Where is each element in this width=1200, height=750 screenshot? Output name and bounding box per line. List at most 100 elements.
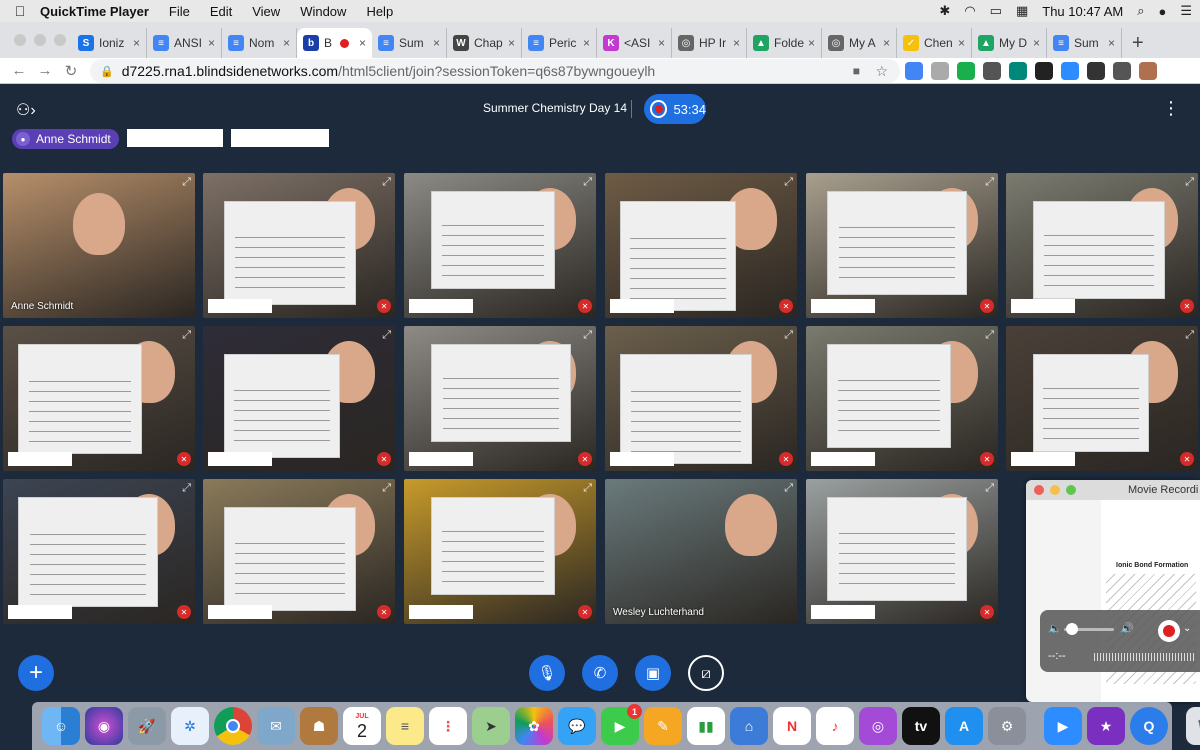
video-tile[interactable]: ⤢ ✕ [203, 326, 395, 471]
back-arrow-icon[interactable]: ← [6, 62, 32, 79]
video-tile[interactable]: ⤢ ✕ [806, 326, 998, 471]
forward-arrow-icon[interactable]: → [32, 62, 58, 79]
video-tile[interactable]: ⤢ ✕ [203, 173, 395, 318]
expand-video-icon[interactable]: ⤢ [1185, 176, 1194, 189]
facetime-icon[interactable]: ▶ 1 [601, 704, 642, 745]
extension-icon[interactable] [905, 62, 923, 80]
address-bar[interactable]: 🔒 d7225.rna1.blindsidenetworks.com/html5… [90, 59, 900, 83]
mail-icon[interactable]: ✉ [257, 707, 295, 745]
extension-icon[interactable] [1113, 62, 1131, 80]
expand-video-icon[interactable]: ⤢ [784, 176, 793, 189]
record-button[interactable] [1158, 620, 1180, 642]
video-tile[interactable]: ⤢ ✕ [806, 173, 998, 318]
expand-video-icon[interactable]: ⤢ [382, 176, 391, 189]
browser-tab[interactable]: ◎ My A × [822, 28, 897, 58]
browser-tab[interactable]: ≡ Nom × [222, 28, 297, 58]
expand-video-icon[interactable]: ⤢ [182, 482, 191, 495]
tab-close-icon[interactable]: × [958, 36, 965, 50]
extension-icon[interactable] [1087, 62, 1105, 80]
expand-video-icon[interactable]: ⤢ [583, 329, 592, 342]
browser-tab[interactable]: S Ioniz × [72, 28, 147, 58]
expand-video-icon[interactable]: ⤢ [583, 482, 592, 495]
browser-tab[interactable]: ≡ Sum × [1047, 28, 1122, 58]
browser-tab[interactable]: b B × [297, 28, 372, 58]
news-icon[interactable]: N [773, 707, 811, 745]
keynote-pages-icon[interactable]: ✎ [644, 707, 682, 745]
talker-pill[interactable]: ● Anne Schmidt [12, 129, 119, 149]
photos-icon[interactable]: ✿ [515, 707, 553, 745]
video-tile[interactable]: ⤢ ✕ [404, 479, 596, 624]
flag-icon[interactable]: ▦ [1016, 3, 1028, 19]
notification-center-icon[interactable]: ☰ [1180, 3, 1192, 19]
app-store-icon[interactable]: A [945, 707, 983, 745]
system-preferences-icon[interactable]: ⚙ [988, 707, 1026, 745]
expand-video-icon[interactable]: ⤢ [985, 176, 994, 189]
reminders-icon[interactable]: ⋮ [429, 707, 467, 745]
tab-close-icon[interactable]: × [733, 36, 740, 50]
calendar-icon[interactable]: JUL 2 [343, 707, 381, 745]
expand-video-icon[interactable]: ⤢ [1185, 329, 1194, 342]
actions-plus-button[interactable]: + [18, 655, 54, 691]
app-name-menu[interactable]: QuickTime Player [40, 4, 149, 19]
extension-icon[interactable] [983, 62, 1001, 80]
browser-tab[interactable]: ≡ Sum × [372, 28, 447, 58]
tab-close-icon[interactable]: × [1033, 36, 1040, 50]
podcasts-icon[interactable]: ◎ [859, 707, 897, 745]
tab-close-icon[interactable]: × [1108, 36, 1115, 50]
expand-video-icon[interactable]: ⤢ [382, 329, 391, 342]
spotlight-search-icon[interactable]: ⌕ [1137, 3, 1144, 19]
menu-window[interactable]: Window [300, 4, 346, 19]
messages-icon[interactable]: 💬 [558, 707, 596, 745]
siri-icon[interactable]: ◉ [85, 707, 123, 745]
video-tile[interactable]: ⤢ ✕ [203, 479, 395, 624]
redacted-talker-name[interactable] [230, 129, 329, 147]
video-tile[interactable]: ⤢ ✕ [3, 326, 195, 471]
audio-phone-button[interactable]: ✆ [582, 655, 618, 691]
lock-icon[interactable]: 🔒 [100, 65, 114, 78]
movie-zoom-button[interactable] [1066, 485, 1076, 495]
tab-close-icon[interactable]: × [133, 36, 140, 50]
close-window-button[interactable] [14, 34, 26, 46]
apple-tv-icon[interactable]: tv [902, 707, 940, 745]
video-tile[interactable]: ⤢ ✕ [605, 173, 797, 318]
extension-icon[interactable] [1139, 62, 1157, 80]
user-avatar-icon[interactable]: ● [1158, 4, 1166, 19]
video-tile[interactable]: ⤢ ✕ [806, 479, 998, 624]
quicktime-icon[interactable]: Q [1130, 707, 1168, 745]
extension-icon[interactable] [1035, 62, 1053, 80]
screen-share-button[interactable]: ⧄ [688, 655, 724, 691]
tab-close-icon[interactable]: × [883, 36, 890, 50]
contacts-icon[interactable]: ☗ [300, 707, 338, 745]
extension-icon[interactable] [1009, 62, 1027, 80]
new-tab-button[interactable]: + [1122, 28, 1154, 58]
chevron-down-icon[interactable]: ⌄ [1183, 623, 1191, 634]
battery-icon[interactable]: ▭ [990, 3, 1002, 19]
expand-video-icon[interactable]: ⤢ [985, 482, 994, 495]
bluetooth-icon[interactable]: ✱ [939, 3, 950, 19]
expand-video-icon[interactable]: ⤢ [382, 482, 391, 495]
video-tile[interactable]: ⤢ Anne Schmidt [3, 173, 195, 318]
clock[interactable]: Thu 10:47 AM [1042, 4, 1123, 19]
extension-icon[interactable] [957, 62, 975, 80]
wifi-icon[interactable]: ◠ [964, 3, 975, 19]
browser-tab[interactable]: ◎ HP Ir × [672, 28, 747, 58]
options-menu-icon[interactable]: ⋮ [1162, 98, 1180, 119]
tab-close-icon[interactable]: × [283, 36, 290, 50]
browser-tab[interactable]: K <ASI × [597, 28, 672, 58]
browser-tab[interactable]: ▲ Folde × [747, 28, 822, 58]
video-tile[interactable]: ⤢ ✕ [3, 479, 195, 624]
zoom-window-button[interactable] [54, 34, 66, 46]
tab-close-icon[interactable]: × [508, 36, 515, 50]
bookmark-star-icon[interactable]: ☆ [875, 63, 888, 80]
tab-close-icon[interactable]: × [359, 36, 366, 50]
browser-tab[interactable]: ▲ My D × [972, 28, 1047, 58]
zoom-icon[interactable]: ▶ [1044, 707, 1082, 745]
extension-icon[interactable] [1061, 62, 1079, 80]
chrome-icon[interactable] [214, 707, 252, 745]
trash-icon[interactable]: 🗑 [1186, 707, 1200, 745]
video-tile[interactable]: ⤢ ✕ [404, 173, 596, 318]
browser-tab[interactable]: ≡ Peric × [522, 28, 597, 58]
browser-tab[interactable]: W Chap × [447, 28, 522, 58]
redacted-talker-name[interactable] [126, 129, 223, 147]
video-tile[interactable]: ⤢ ✕ [605, 326, 797, 471]
